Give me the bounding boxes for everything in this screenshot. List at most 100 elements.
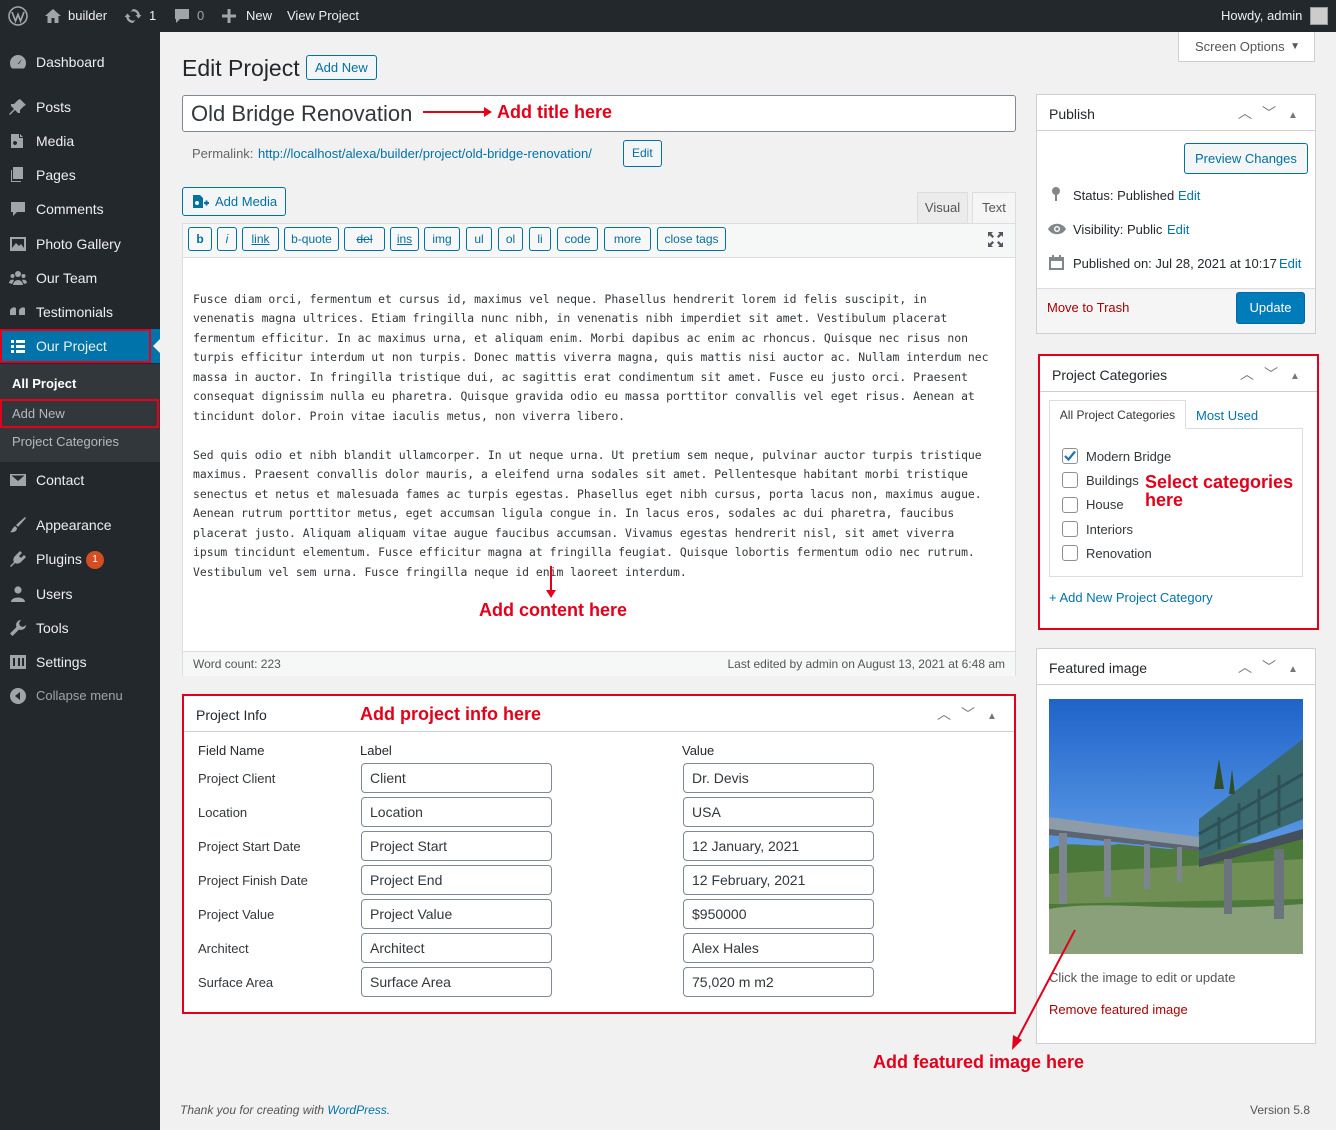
move-up-icon[interactable]: ︿ (1233, 103, 1257, 123)
menu-item-plugins[interactable]: Plugins 1 (0, 542, 160, 576)
site-name-link[interactable]: builder (68, 0, 107, 32)
tab-all-project-categories[interactable]: All Project Categories (1049, 400, 1186, 429)
submenu-all-project[interactable]: All Project (12, 376, 76, 391)
toggle-panel-icon[interactable]: ▲ (980, 711, 1004, 722)
collapse-menu-button[interactable]: Collapse menu (0, 679, 160, 713)
screen-options-button[interactable]: Screen Options ▼ (1178, 32, 1315, 62)
toggle-panel-icon[interactable]: ▲ (1281, 664, 1305, 675)
move-up-icon[interactable]: ︿ (932, 704, 956, 724)
qt-italic-button[interactable]: i (217, 227, 237, 251)
howdy-user[interactable]: Howdy, admin (1221, 0, 1302, 32)
home-icon[interactable] (44, 0, 62, 32)
qt-del-button[interactable]: del (344, 227, 385, 251)
category-label: Renovation (1086, 546, 1152, 561)
move-down-icon[interactable]: ﹀ (1259, 364, 1283, 384)
menu-item-posts[interactable]: Posts (0, 90, 160, 124)
published-on-edit-link[interactable]: Edit (1279, 256, 1301, 271)
qt-more-button[interactable]: more (604, 227, 651, 251)
move-down-icon[interactable]: ﹀ (1257, 657, 1281, 677)
value-input[interactable]: 75,020 m m2 (683, 967, 874, 997)
label-input[interactable]: Project End (361, 865, 552, 895)
move-down-icon[interactable]: ﹀ (1257, 103, 1281, 123)
menu-item-tools[interactable]: Tools (0, 611, 160, 645)
plus-icon[interactable] (222, 0, 236, 32)
value-input[interactable]: 12 January, 2021 (683, 831, 874, 861)
move-up-icon[interactable]: ︿ (1233, 657, 1257, 677)
add-new-category-link[interactable]: + Add New Project Category (1049, 590, 1213, 605)
add-media-button[interactable]: Add Media (182, 187, 287, 216)
qt-ol-button[interactable]: ol (498, 227, 523, 251)
menu-item-our-team[interactable]: Our Team (0, 261, 160, 295)
qt-bquote-button[interactable]: b-quote (284, 227, 339, 251)
fullscreen-icon[interactable] (987, 231, 1004, 251)
updates-count[interactable]: 1 (149, 0, 156, 32)
visibility-text: Visibility: Public (1073, 222, 1163, 237)
menu-item-testimonials[interactable]: Testimonials (0, 295, 160, 329)
move-down-icon[interactable]: ﹀ (956, 704, 980, 724)
qt-code-button[interactable]: code (557, 227, 598, 251)
qt-bold-button[interactable]: b (188, 227, 212, 251)
category-checkbox[interactable] (1062, 521, 1078, 537)
menu-item-settings[interactable]: Settings (0, 645, 160, 679)
comments-count[interactable]: 0 (197, 0, 204, 32)
qt-img-button[interactable]: img (424, 227, 460, 251)
media-icon (9, 132, 27, 150)
menu-item-users[interactable]: Users (0, 577, 160, 611)
menu-item-contact[interactable]: Contact (0, 463, 160, 497)
update-button[interactable]: Update (1236, 292, 1305, 324)
qt-close-tags-button[interactable]: close tags (657, 227, 726, 251)
content-textarea[interactable]: Fusce diam orci, fermentum et cursus id,… (193, 270, 1009, 602)
category-checkbox[interactable] (1062, 472, 1078, 488)
value-input[interactable]: $950000 (683, 899, 874, 929)
label-input[interactable]: Client (361, 763, 552, 793)
menu-item-appearance[interactable]: Appearance (0, 508, 160, 542)
comments-icon[interactable] (174, 0, 190, 32)
visibility-edit-link[interactable]: Edit (1167, 222, 1189, 237)
permalink-edit-button[interactable]: Edit (623, 140, 662, 167)
tab-text[interactable]: Text (972, 192, 1016, 224)
tab-most-used[interactable]: Most Used (1196, 408, 1258, 423)
toggle-panel-icon[interactable]: ▲ (1281, 110, 1305, 121)
menu-item-comments[interactable]: Comments (0, 192, 160, 226)
preview-changes-button[interactable]: Preview Changes (1184, 143, 1308, 174)
menu-item-dashboard[interactable]: Dashboard (0, 45, 160, 79)
avatar[interactable] (1310, 0, 1328, 32)
wordpress-link[interactable]: WordPress (327, 1103, 386, 1117)
value-input[interactable]: Dr. Devis (683, 763, 874, 793)
permalink-label: Permalink: (192, 146, 254, 161)
label-input[interactable]: Project Start (361, 831, 552, 861)
submenu-project-categories[interactable]: Project Categories (12, 434, 119, 449)
new-link[interactable]: New (246, 0, 272, 32)
status-edit-link[interactable]: Edit (1178, 188, 1200, 203)
wordpress-logo-icon[interactable] (8, 0, 28, 32)
admin-menu: Dashboard Posts Media Pages Comments Pho… (0, 32, 161, 1130)
view-project-link[interactable]: View Project (287, 0, 359, 32)
featured-image-thumbnail[interactable] (1049, 699, 1303, 954)
menu-item-pages[interactable]: Pages (0, 158, 160, 192)
value-input[interactable]: Alex Hales (683, 933, 874, 963)
qt-li-button[interactable]: li (529, 227, 551, 251)
move-up-icon[interactable]: ︿ (1235, 364, 1259, 384)
qt-link-button[interactable]: link (242, 227, 279, 251)
move-to-trash-link[interactable]: Move to Trash (1047, 300, 1129, 315)
menu-item-media[interactable]: Media (0, 124, 160, 158)
label-input[interactable]: Architect (361, 933, 552, 963)
tab-visual[interactable]: Visual (917, 192, 968, 223)
add-new-button[interactable]: Add New (306, 55, 377, 80)
label-input[interactable]: Surface Area (361, 967, 552, 997)
toggle-panel-icon[interactable]: ▲ (1283, 371, 1307, 382)
qt-ins-button[interactable]: ins (390, 227, 419, 251)
label-input[interactable]: Project Value (361, 899, 552, 929)
permalink-url[interactable]: http://localhost/alexa/builder/project/o… (258, 146, 592, 161)
updates-icon[interactable] (124, 0, 142, 32)
value-input[interactable]: USA (683, 797, 874, 827)
content-line: maximus. Praesent convallis dolor mauris… (193, 467, 968, 481)
category-checkbox[interactable] (1062, 448, 1078, 464)
category-checkbox[interactable] (1062, 497, 1078, 513)
field-name: Architect (198, 941, 249, 956)
qt-ul-button[interactable]: ul (466, 227, 492, 251)
label-input[interactable]: Location (361, 797, 552, 827)
menu-item-photo-gallery[interactable]: Photo Gallery (0, 227, 160, 261)
value-input[interactable]: 12 February, 2021 (683, 865, 874, 895)
category-checkbox[interactable] (1062, 545, 1078, 561)
